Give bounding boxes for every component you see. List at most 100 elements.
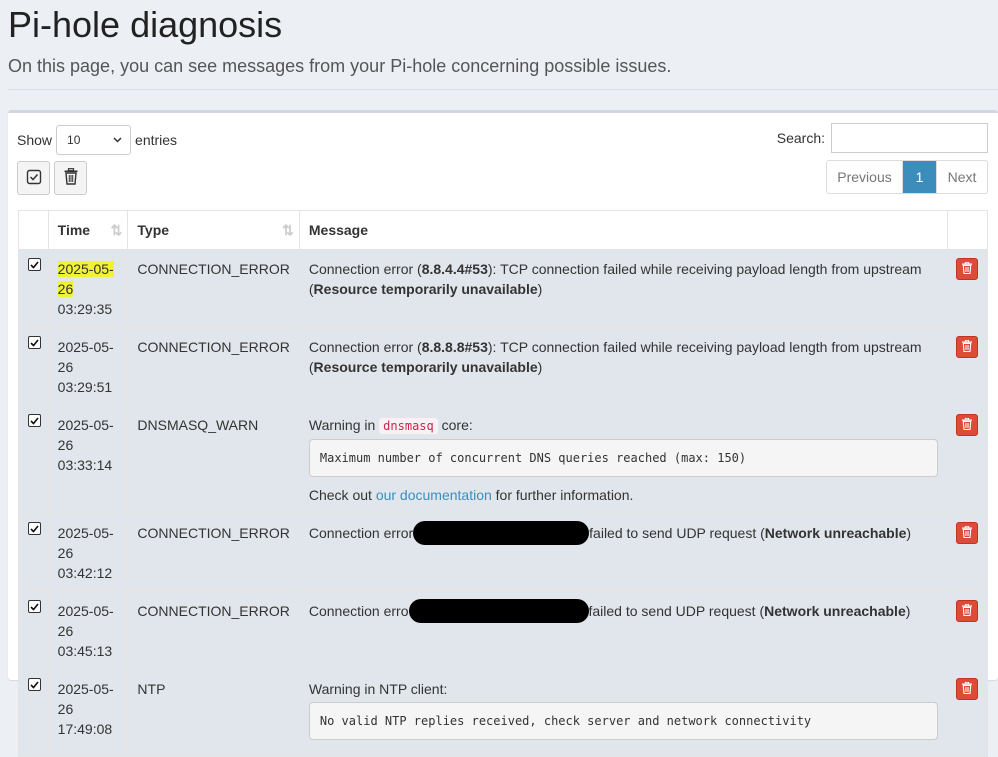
delete-row-button[interactable] (955, 258, 978, 280)
search-label: Search: (776, 130, 825, 146)
header-type[interactable]: Type ⇅ (127, 210, 300, 250)
message-text: ) (905, 603, 911, 619)
search-input[interactable] (831, 123, 988, 153)
type-cell: CONNECTION_ERROR (127, 591, 300, 670)
table-row: 2025-05-26 03:45:13 CONNECTION_ERROR Conn… (18, 591, 989, 670)
message-pre: No valid NTP replies received, check ser… (308, 702, 938, 740)
show-entries-control: Show 10 entries (17, 125, 177, 155)
trash-icon (961, 523, 972, 543)
select-all-button[interactable] (17, 161, 50, 195)
row-checkbox[interactable] (28, 336, 41, 349)
message-text: ) (906, 525, 912, 541)
documentation-link[interactable]: our documentation (376, 487, 492, 503)
date-text: 2025-05-26 (57, 603, 114, 639)
date-text: 2025-05-26 (57, 525, 114, 561)
toolbar (17, 161, 87, 195)
message-bold: Network unreachable (764, 603, 906, 619)
message-text: Check out (308, 487, 376, 503)
header-time[interactable]: Time ⇅ (47, 210, 129, 250)
type-cell: CONNECTION_ERROR (127, 327, 300, 406)
delete-row-button[interactable] (955, 336, 978, 358)
message-cell: Connection error (8.8.4.4#53): TCP conne… (298, 249, 948, 328)
delete-row-button[interactable] (955, 600, 978, 622)
message-text: failed to send UDP request ( (588, 603, 765, 619)
message-cell: Warning in dnsmasq core: Maximum number o… (298, 405, 948, 514)
message-bold: 8.8.4.4#53 (421, 261, 488, 277)
message-bold: Network unreachable (764, 525, 907, 541)
trash-icon (961, 415, 972, 435)
time-cell: 2025-05-26 03:29:51 (47, 327, 129, 406)
type-cell: DNSMASQ_WARN (127, 405, 300, 514)
row-checkbox[interactable] (28, 678, 41, 691)
search-control: Search: (777, 123, 988, 153)
header-select (18, 210, 49, 250)
trash-icon (64, 168, 78, 188)
message-cell: Connection error (8.8.8.8#53): TCP conne… (298, 327, 948, 406)
message-text: Warning in (308, 417, 380, 433)
message-cell: Warning in NTP client: No valid NTP repli… (298, 669, 948, 757)
message-text: Connection error ( (308, 261, 422, 277)
date-text: 2025-05-26 (57, 417, 114, 453)
date-text: 2025-05-26 (57, 339, 114, 375)
message-text: Connection erro (308, 603, 409, 619)
time-text: 17:49:08 (57, 721, 113, 737)
message-bold: Resource temporarily unavailable (313, 281, 538, 297)
message-pre: Maximum number of concurrent DNS queries… (308, 439, 938, 477)
sort-arrows-icon: ⇅ (110, 222, 123, 238)
time-text: 03:29:35 (57, 301, 113, 317)
table-row: 2025-05-26 03:42:12 CONNECTION_ERROR Conn… (18, 513, 989, 592)
redaction-bar (408, 598, 589, 623)
message-bold: Resource temporarily unavailable (313, 359, 538, 375)
message-text: Warning in NTP client: (308, 681, 448, 697)
redaction-bar (413, 520, 590, 545)
show-label: Show (17, 132, 53, 148)
header-actions (946, 210, 989, 250)
message-text: ) (537, 281, 543, 297)
page-1-button[interactable]: 1 (903, 161, 936, 193)
page-title: Pi-hole diagnosis (8, 4, 283, 45)
divider (8, 89, 998, 90)
type-cell: CONNECTION_ERROR (127, 513, 300, 592)
message-cell: Connection error failed to send UDP reque… (298, 513, 948, 592)
messages-box: Show 10 entries Search: Previous 1 Next (8, 110, 998, 757)
row-checkbox[interactable] (28, 522, 41, 535)
message-text: core: (437, 417, 473, 433)
header-message-label: Message (308, 222, 369, 238)
message-cell: Connection erro failed to send UDP reques… (298, 591, 948, 670)
delete-row-button[interactable] (955, 522, 978, 544)
entries-label: entries (135, 132, 178, 148)
time-cell: 2025-05-26 03:45:13 (47, 591, 129, 670)
type-cell: CONNECTION_ERROR (127, 249, 300, 328)
header-message: Message (298, 210, 948, 250)
delete-row-button[interactable] (955, 678, 978, 700)
header-type-label: Type (137, 222, 170, 238)
date-text: 2025-05-26 (57, 261, 114, 297)
delete-row-button[interactable] (955, 414, 978, 436)
table-row: 2025-05-26 03:29:35 CONNECTION_ERROR Conn… (18, 249, 989, 328)
time-text: 03:42:12 (57, 565, 113, 581)
message-text: ) (537, 359, 543, 375)
row-checkbox[interactable] (28, 258, 41, 271)
row-checkbox[interactable] (28, 414, 41, 427)
time-text: 03:45:13 (57, 643, 113, 659)
table-header-row: Time ⇅ Type ⇅ Message (18, 210, 989, 250)
time-cell: 2025-05-26 03:42:12 (47, 513, 129, 592)
pagination: Previous 1 Next (826, 160, 988, 194)
delete-selected-button[interactable] (54, 161, 87, 195)
time-cell: 2025-05-26 03:29:35 (47, 249, 129, 328)
entries-select[interactable]: 10 (56, 125, 132, 155)
trash-icon (961, 601, 972, 621)
message-text: Connection error (308, 525, 414, 541)
table-row: 2025-05-26 03:29:51 CONNECTION_ERROR Conn… (18, 327, 989, 406)
previous-page-button[interactable]: Previous (827, 161, 903, 193)
table-row: 2025-05-26 03:33:14 DNSMASQ_WARN Warning … (18, 405, 989, 514)
message-text: failed to send UDP request ( (589, 525, 765, 541)
message-bold: 8.8.8.8#53 (421, 339, 488, 355)
type-cell: NTP (127, 669, 300, 757)
page-subtitle: On this page, you can see messages from … (8, 56, 672, 76)
row-checkbox[interactable] (28, 600, 41, 613)
next-page-button[interactable]: Next (936, 161, 987, 193)
message-text: Connection error ( (308, 339, 422, 355)
entries-select-value: 10 (67, 133, 81, 147)
message-text: for further information. (491, 487, 634, 503)
